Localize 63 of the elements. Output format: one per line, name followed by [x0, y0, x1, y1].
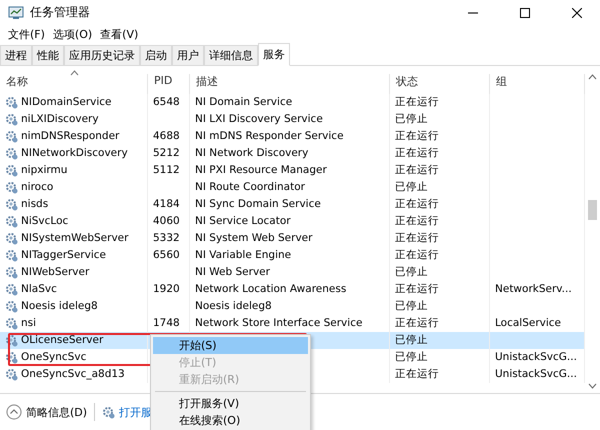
status-cell-text: 已停止 [395, 299, 428, 314]
service-name: nsi [21, 316, 36, 331]
pid-cell-text: 5332 [153, 231, 180, 246]
status-cell-text: 正在运行 [395, 146, 439, 161]
status-cell-text: 正在运行 [395, 197, 439, 212]
status-cell-text: 正在运行 [395, 95, 439, 110]
status-cell-text: 正在运行 [395, 367, 439, 382]
status-cell-text: 正在运行 [395, 163, 439, 178]
status-cell-text: 正在运行 [395, 282, 439, 297]
service-name: NISystemWebServer [21, 231, 128, 246]
service-name: nisds [21, 197, 48, 212]
service-name: OLicenseServer [21, 333, 104, 348]
description-cell-text: Noesis ideleg8 [195, 299, 272, 314]
description-cell-text: NI LXI Discovery Service [195, 112, 323, 127]
service-name: NIWebServer [21, 265, 90, 280]
pid-cell-text: 5212 [153, 146, 180, 161]
pid-cell-text: 5112 [153, 163, 180, 178]
description-cell-text: NI mDNS Responder Service [195, 129, 344, 144]
status-cell-text: 已停止 [395, 112, 428, 127]
service-name: NIDomainService [21, 95, 112, 110]
service-name: OneSyncSvc [21, 350, 86, 365]
status-cell-text: 正在运行 [395, 231, 439, 246]
description-cell-text: NI Domain Service [195, 95, 292, 110]
group-cell-text: UnistackSvcG... [495, 367, 577, 382]
description-cell-text: NI Service Locator [195, 214, 291, 229]
service-name: NITaggerService [21, 248, 106, 263]
description-cell-text: NI Web Server [195, 265, 270, 280]
service-name: niroco [21, 180, 54, 195]
pid-cell-text: 4060 [153, 214, 180, 229]
group-cell-text: LocalService [495, 316, 562, 331]
group-cell-text: UnistackSvcG... [495, 350, 577, 365]
pid-cell-text: 4688 [153, 129, 180, 144]
description-cell-text: NI Route Coordinator [195, 180, 305, 195]
pid-cell-text: 1748 [153, 316, 180, 331]
status-cell-text: 已停止 [395, 180, 428, 195]
service-name: niLXIDiscovery [21, 112, 99, 127]
status-cell-text: 正在运行 [395, 214, 439, 229]
description-cell-text: NI System Web Server [195, 231, 312, 246]
pid-cell-text: 4184 [153, 197, 180, 212]
description-cell-text: NI Sync Domain Service [195, 197, 321, 212]
description-cell-text: Network Location Awareness [195, 282, 346, 297]
pid-cell-text: 6548 [153, 95, 180, 110]
status-cell-text: 已停止 [395, 333, 428, 348]
description-cell-text: NI Network Discovery [195, 146, 308, 161]
status-cell-text: 正在运行 [395, 129, 439, 144]
service-name: NlaSvc [21, 282, 57, 297]
service-name: NiSvcLoc [21, 214, 68, 229]
pid-cell-text: 1920 [153, 282, 180, 297]
description-cell-text: NI PXI Resource Manager [195, 163, 327, 178]
group-cell-text: NetworkServ... [495, 282, 572, 297]
status-cell-text: 已停止 [395, 350, 428, 365]
description-cell-text: NI Variable Engine [195, 248, 292, 263]
window-title: 任务管理器 [30, 4, 91, 21]
status-cell-text: 已停止 [395, 265, 428, 280]
description-cell-text: Network Store Interface Service [195, 316, 362, 331]
service-name: Noesis ideleg8 [21, 299, 98, 314]
status-cell-text: 正在运行 [395, 316, 439, 331]
pid-cell-text: 6560 [153, 248, 180, 263]
service-name: nipxirmu [21, 163, 68, 178]
service-name: NINetworkDiscovery [21, 146, 128, 161]
status-cell-text: 正在运行 [395, 248, 439, 263]
service-name: nimDNSResponder [21, 129, 120, 144]
service-name: OneSyncSvc_a8d13 [21, 367, 125, 382]
